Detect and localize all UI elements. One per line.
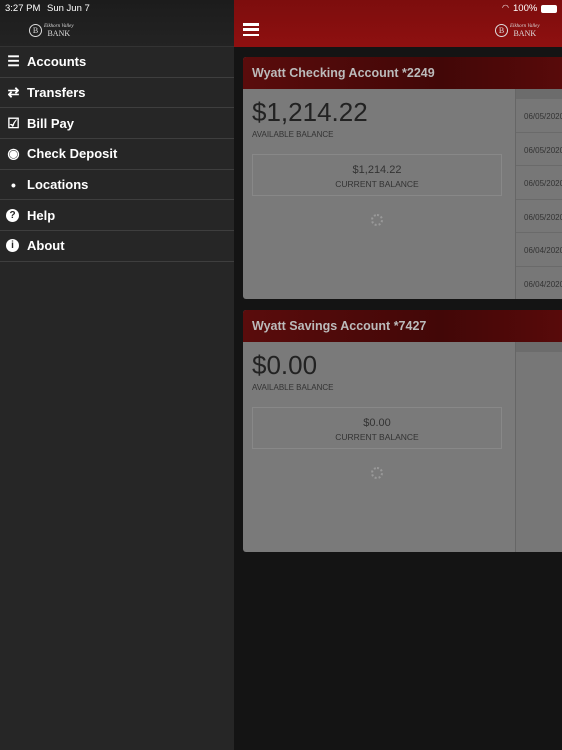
transaction-row[interactable]: 06/05/2020 — [516, 200, 562, 233]
menu-item-check-deposit[interactable]: ◉ Check Deposit — [0, 139, 234, 170]
account-card[interactable]: Wyatt Checking Account *2249 $1,214.22 A… — [243, 57, 562, 299]
calendar-check-icon: ☑ — [7, 114, 20, 131]
menu-item-help[interactable]: ? Help — [0, 200, 234, 232]
file-cabinet-icon: ☰ — [7, 53, 20, 70]
menu-item-label: Locations — [27, 177, 89, 193]
available-balance: $0.00 — [252, 350, 318, 380]
transaction-date: 06/05/2020 — [524, 212, 562, 222]
transaction-date: 06/04/2020 — [524, 246, 562, 255]
current-balance: $0.00 — [363, 417, 391, 429]
question-circle-icon: ? — [6, 208, 19, 222]
account-title[interactable]: Wyatt Savings Account *7427 — [243, 310, 562, 342]
menu-item-locations[interactable]: • Locations — [0, 170, 234, 201]
status-date: Sun Jun 7 — [47, 3, 90, 14]
camera-icon: ◉ — [7, 145, 20, 162]
battery-icon — [541, 5, 557, 13]
map-pin-icon: • — [11, 176, 16, 193]
battery-percent: 100% — [513, 3, 538, 14]
wifi-icon: ◠ — [502, 3, 509, 12]
transaction-row[interactable]: 06/04/2020 — [516, 233, 562, 267]
menu-item-label: Accounts — [27, 54, 87, 70]
current-balance-label: CURRENT BALANCE — [335, 179, 419, 189]
available-balance-label: AVAILABLE BALANCE — [252, 383, 334, 392]
account-title[interactable]: Wyatt Checking Account *2249 — [243, 57, 562, 89]
transaction-date: 06/05/2020 — [524, 145, 562, 155]
logo-name: BANK — [47, 29, 71, 38]
current-balance-label: CURRENT BALANCE — [335, 432, 419, 442]
account-card[interactable]: Wyatt Savings Account *7427 $0.00 AVAILA… — [243, 310, 562, 552]
menu-item-transfers[interactable]: ⇄ Transfers — [0, 78, 234, 109]
loading-spinner-icon — [371, 467, 383, 479]
current-balance-box: $1,214.22 CURRENT BALANCE — [252, 154, 502, 196]
logo-seal-icon: B — [495, 23, 508, 37]
transaction-row[interactable]: 06/05/2020 — [516, 99, 562, 133]
info-circle-icon: i — [6, 239, 19, 253]
status-time: 3:27 PM — [5, 3, 41, 14]
menu-item-label: Help — [27, 207, 56, 223]
menu-item-label: Transfers — [27, 85, 86, 101]
available-balance-label: AVAILABLE BALANCE — [252, 130, 334, 139]
menu-item-label: Bill Pay — [27, 115, 74, 131]
transaction-date: 06/05/2020 — [524, 112, 562, 121]
menu-item-about[interactable]: i About — [0, 231, 234, 262]
hamburger-menu-button[interactable] — [243, 23, 259, 36]
transaction-row[interactable]: 06/05/2020 — [516, 133, 562, 166]
logo-seal-icon: B — [29, 23, 42, 37]
menu-item-label: Check Deposit — [27, 146, 118, 162]
transaction-date: 06/05/2020 — [524, 179, 562, 188]
menu-item-bill-pay[interactable]: ☑ Bill Pay — [0, 108, 234, 140]
loading-spinner-icon — [371, 214, 383, 226]
menu-item-accounts[interactable]: ☰ Accounts — [0, 47, 234, 78]
main-panel: ◠ 100% B Elkhorn Valley BANK Wyatt Checki… — [234, 0, 562, 750]
transaction-row[interactable]: 06/05/2020 — [516, 166, 562, 200]
available-balance: $1,214.22 — [252, 97, 368, 127]
transfer-arrows-icon: ⇄ — [7, 84, 20, 101]
transactions-list[interactable]: 06/05/2020 06/05/2020 06/05/2020 06/05/2020… — [515, 89, 562, 299]
top-bar: ◠ 100% B Elkhorn Valley BANK — [234, 0, 562, 47]
current-balance: $1,214.22 — [352, 164, 402, 176]
current-balance-box: $0.00 CURRENT BALANCE — [252, 407, 502, 449]
side-menu: 3:27 PM Sun Jun 7 B Elkhorn Valley BANK ☰… — [0, 0, 234, 750]
logo-name: BANK — [513, 29, 537, 38]
transaction-row[interactable]: 06/04/2020 — [516, 267, 562, 300]
transaction-date: 06/04/2020 — [524, 279, 562, 289]
menu-item-label: About — [27, 238, 65, 254]
transactions-list[interactable] — [515, 342, 562, 552]
bank-logo: B Elkhorn Valley BANK — [29, 23, 74, 38]
bank-logo-header: B Elkhorn Valley BANK — [495, 23, 540, 38]
side-header: 3:27 PM Sun Jun 7 B Elkhorn Valley BANK — [0, 0, 234, 47]
